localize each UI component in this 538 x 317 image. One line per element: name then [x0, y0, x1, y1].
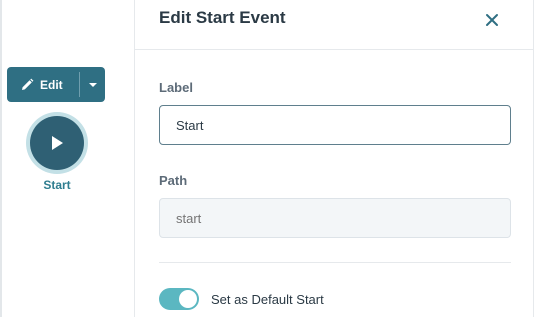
default-start-label: Set as Default Start [211, 292, 324, 307]
edit-start-event-panel: Edit Start Event Label Path Set as Defau… [134, 0, 534, 317]
label-field-title: Label [159, 80, 193, 95]
start-event-circle [30, 116, 84, 170]
flow-canvas: Edit Start [0, 0, 134, 317]
close-icon [486, 14, 498, 26]
path-input[interactable] [159, 198, 511, 238]
panel-header: Edit Start Event [135, 0, 533, 50]
edit-button[interactable]: Edit [7, 67, 79, 102]
toggle-knob [179, 290, 197, 308]
play-icon [52, 136, 63, 150]
caret-down-icon [88, 82, 97, 87]
start-event-label: Start [43, 178, 71, 192]
app-frame: Edit Start Edit Start Event Label Start … [0, 0, 538, 317]
label-input[interactable] [159, 105, 511, 145]
pencil-icon [22, 78, 34, 90]
default-start-toggle[interactable] [159, 288, 199, 310]
close-button[interactable] [481, 9, 503, 31]
section-divider [159, 262, 511, 263]
panel-title: Edit Start Event [159, 8, 286, 27]
edit-dropdown-button[interactable] [80, 67, 105, 102]
start-event-node[interactable] [26, 112, 88, 174]
path-field-title: Path [159, 173, 188, 188]
edit-button-label: Edit [40, 77, 63, 92]
edit-button-group: Edit [7, 67, 105, 102]
